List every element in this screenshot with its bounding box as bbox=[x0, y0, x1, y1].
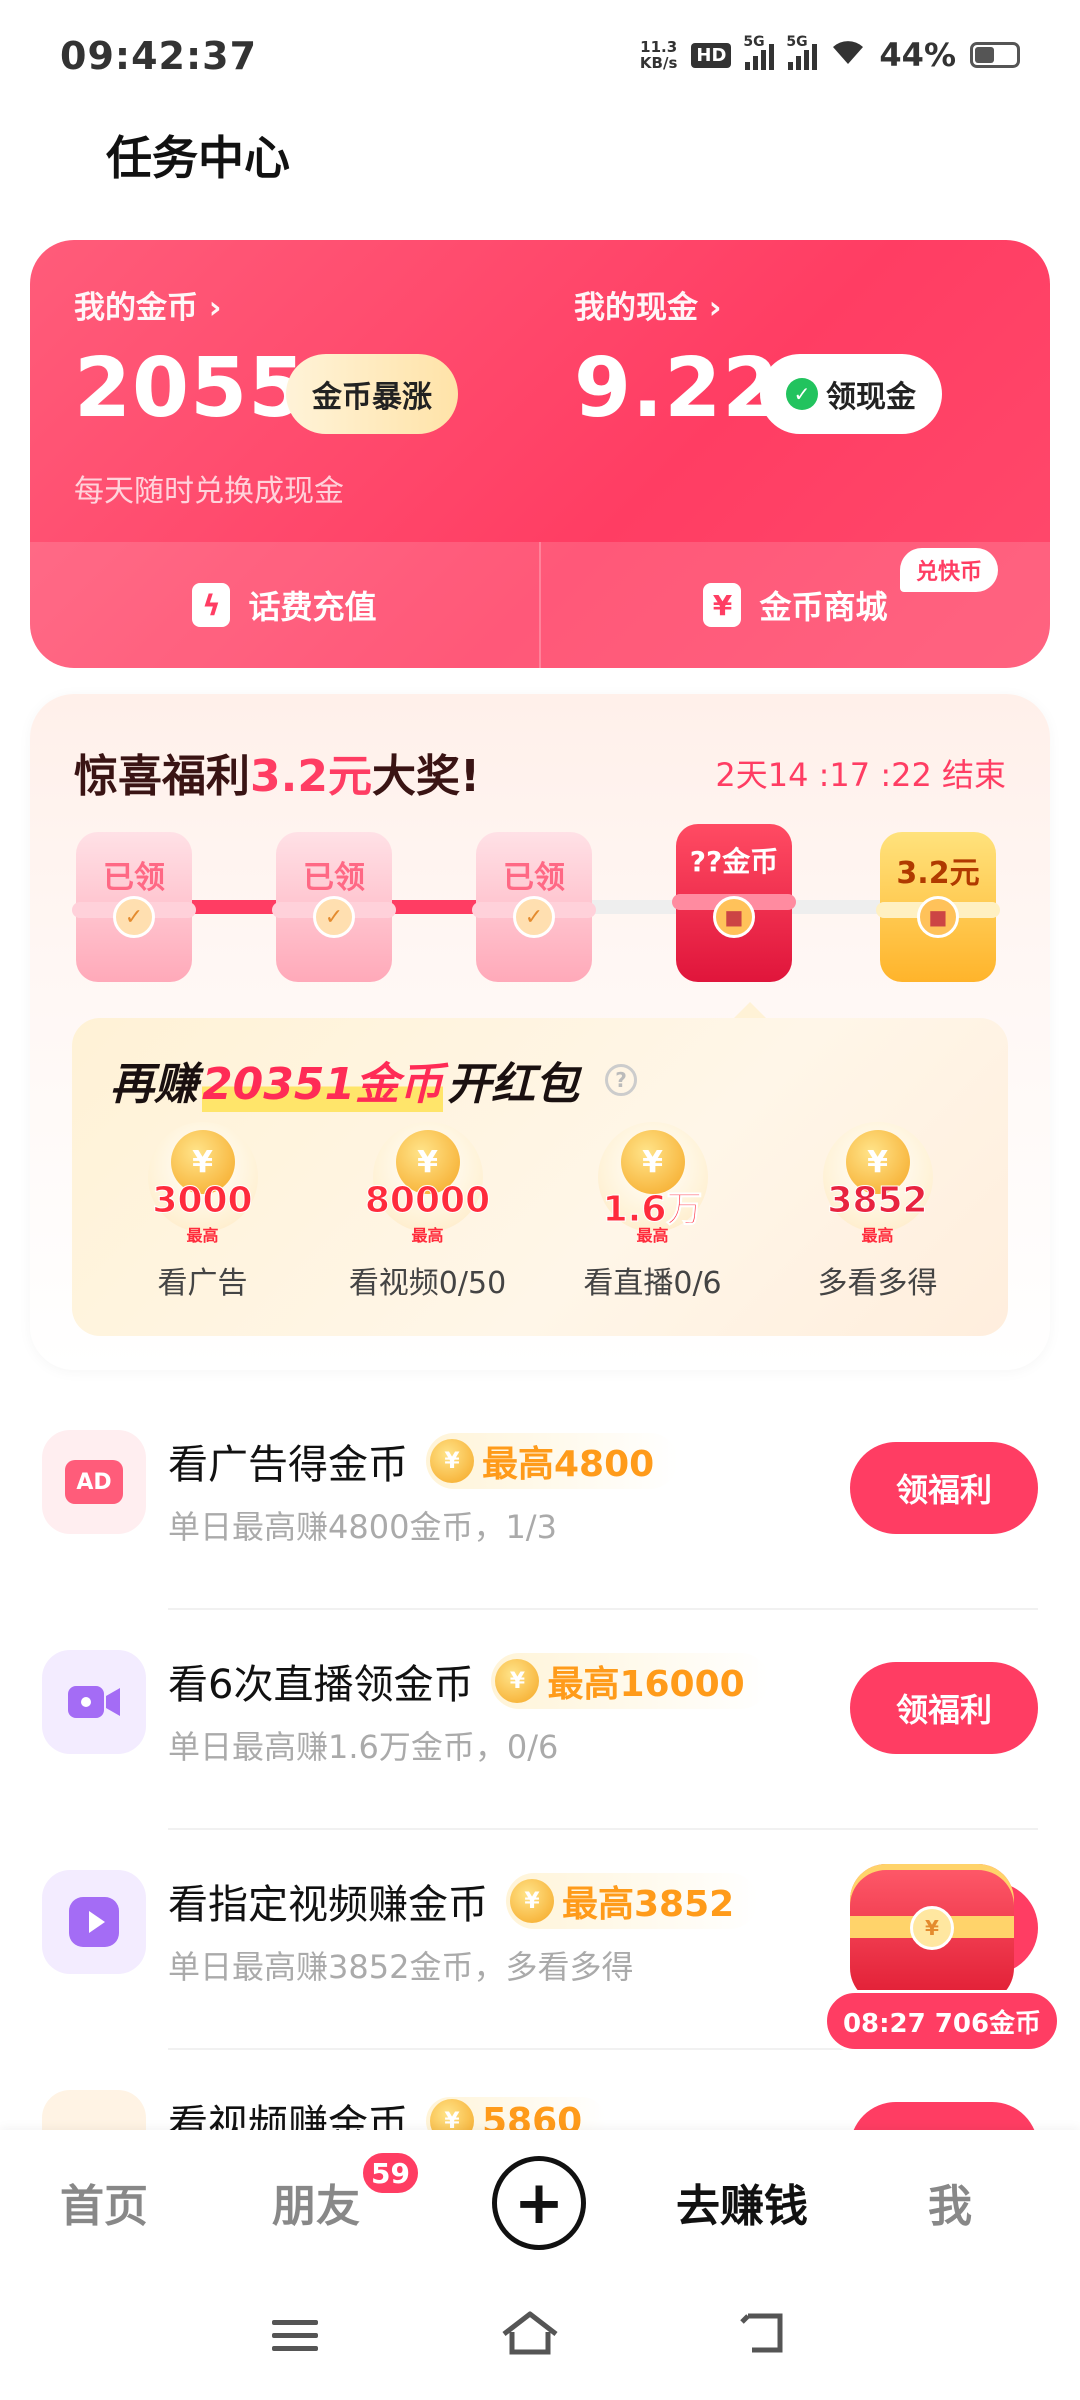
wechat-icon: ✓ bbox=[786, 378, 818, 410]
task-row: AD 看广告得金币 ¥ 最高4800 单日最高赚4800金币，1/3 领福利 bbox=[0, 1390, 1080, 1610]
coin-icon: ¥ bbox=[495, 1659, 540, 1703]
earn-item-video[interactable]: ¥ 80000 最高 看视频0/50 bbox=[328, 1122, 528, 1302]
status-icons: 11.3 KB/s HD 5G 5G 44% bbox=[639, 34, 1020, 74]
gold-envelope-locked[interactable]: 3.2元 ■ bbox=[876, 832, 1000, 982]
ad-icon: AD bbox=[42, 1430, 146, 1534]
my-cash-label[interactable]: 我的现金 › bbox=[574, 282, 780, 327]
earn-more-box: 再赚 20351金币 开红包 ? ¥ 3000 最高 看广告 ¥ 80000 最高 … bbox=[72, 1002, 1008, 1336]
coin-badge: ¥ 最高3852 bbox=[506, 1873, 759, 1929]
task-desc: 单日最高赚1.6万金币，0/6 bbox=[168, 1728, 559, 1766]
countdown: 2天14 :17 :22 结束 bbox=[715, 756, 1006, 794]
back-icon[interactable] bbox=[740, 2310, 790, 2368]
coin-subtitle: 每天随时兑换成现金 bbox=[74, 474, 344, 509]
recharge-button[interactable]: ϟ 话费充值 bbox=[30, 542, 539, 668]
surprise-bonus-section: 惊喜福利3.2元大奖! 2天14 :17 :22 结束 已领 ✓ 已领 ✓ 已领… bbox=[30, 694, 1050, 1370]
task-title: 看广告得金币 ¥ 最高4800 bbox=[168, 1432, 679, 1490]
coin-badge: ¥ 最高16000 bbox=[491, 1653, 769, 1709]
nav-friends[interactable]: 朋友 bbox=[272, 2170, 360, 2234]
mall-tag: 兑快币 bbox=[899, 548, 998, 592]
my-coins-value: 2055 bbox=[74, 341, 307, 436]
status-time: 09:42:37 bbox=[60, 34, 258, 78]
wifi-icon bbox=[831, 36, 865, 74]
plus-button[interactable]: + bbox=[492, 2156, 586, 2250]
battery-percent: 44% bbox=[879, 36, 956, 74]
signal-icon: 5G bbox=[786, 34, 818, 70]
bottom-nav: 首页 朋友 59 + 去赚钱 我 bbox=[0, 2130, 1080, 2270]
coin-icon: ¥ bbox=[510, 1879, 554, 1923]
battery-icon bbox=[970, 42, 1020, 68]
lock-icon: ■ bbox=[917, 896, 959, 938]
my-coins-label[interactable]: 我的金币 › bbox=[74, 282, 306, 327]
get-cash-button[interactable]: ✓ 领现金 bbox=[760, 354, 942, 434]
my-cash-value: 9.22 bbox=[574, 341, 781, 436]
help-icon[interactable]: ? bbox=[605, 1064, 638, 1096]
check-icon: ✓ bbox=[513, 896, 555, 938]
coin-boost-button[interactable]: 金币暴涨 bbox=[286, 354, 458, 434]
system-nav-bar bbox=[0, 2270, 1080, 2400]
coin-mall-button[interactable]: ¥ 金币商城 兑快币 bbox=[539, 542, 1050, 668]
coin-card: 我的金币 › 2055 金币暴涨 我的现金 › 9.22 ✓ 领现金 每天随时兑… bbox=[30, 240, 1050, 668]
net-speed: 11.3 KB/s bbox=[639, 38, 678, 72]
signal-icon: 5G bbox=[743, 34, 775, 70]
coin-icon: ¥ bbox=[910, 1906, 954, 1950]
task-title: 看6次直播领金币 ¥ 最高16000 bbox=[168, 1652, 769, 1710]
task-title: 看指定视频赚金币 ¥ 最高3852 bbox=[168, 1872, 759, 1930]
check-icon: ✓ bbox=[113, 896, 155, 938]
check-icon: ✓ bbox=[313, 896, 355, 938]
red-envelope-claimed: 已领 ✓ bbox=[472, 832, 596, 982]
coin-actions: ϟ 话费充值 ¥ 金币商城 兑快币 bbox=[30, 542, 1050, 668]
nav-home[interactable]: 首页 bbox=[60, 2170, 148, 2234]
page-title: 任务中心 bbox=[106, 131, 290, 185]
menu-icon[interactable] bbox=[270, 2310, 320, 2368]
coin-badge: ¥ 最高4800 bbox=[426, 1433, 679, 1489]
coin-icon: ¥ 80000 最高 bbox=[364, 1122, 491, 1245]
home-icon[interactable] bbox=[500, 2310, 560, 2368]
task-desc: 单日最高赚3852金币，多看多得 bbox=[168, 1948, 634, 1986]
earn-items: ¥ 3000 最高 看广告 ¥ 80000 最高 看视频0/50 ¥ 1.6万 bbox=[72, 1122, 1008, 1302]
coin-icon: ¥ 3000 最高 bbox=[147, 1122, 258, 1245]
red-envelope-claimed: 已领 ✓ bbox=[272, 832, 396, 982]
nav-earn[interactable]: 去赚钱 bbox=[676, 2170, 808, 2234]
red-envelope-claimed: 已领 ✓ bbox=[72, 832, 196, 982]
floating-reward-timer[interactable]: 08:27 706金币 bbox=[824, 1990, 1060, 2052]
surprise-title: 惊喜福利3.2元大奖! bbox=[74, 751, 481, 802]
lightning-icon: ϟ bbox=[192, 583, 231, 627]
my-coins[interactable]: 我的金币 › 2055 bbox=[74, 282, 306, 436]
friends-badge: 59 bbox=[360, 2150, 421, 2196]
coin-icon: ¥ bbox=[430, 1439, 474, 1483]
earn-item-live[interactable]: ¥ 1.6万 最高 看直播0/6 bbox=[553, 1122, 753, 1302]
yuan-ticket-icon: ¥ bbox=[703, 583, 742, 627]
earn-title: 再赚 20351金币 开红包 ? bbox=[110, 1048, 638, 1112]
claim-button[interactable]: 领福利 bbox=[850, 1662, 1038, 1754]
live-camera-icon bbox=[42, 1650, 146, 1754]
hd-icon: HD bbox=[691, 42, 732, 68]
claim-button[interactable]: 领福利 bbox=[850, 1442, 1038, 1534]
red-envelope-locked[interactable]: ??金币 ■ bbox=[672, 824, 796, 982]
video-play-icon bbox=[42, 1870, 146, 1974]
task-desc: 单日最高赚4800金币，1/3 bbox=[168, 1508, 557, 1546]
coin-icon: ¥ 3852 最高 bbox=[822, 1122, 933, 1245]
nav-me[interactable]: 我 bbox=[928, 2170, 972, 2234]
status-bar: 09:42:37 11.3 KB/s HD 5G 5G 44% bbox=[0, 0, 1080, 110]
earn-item-ads[interactable]: ¥ 3000 最高 看广告 bbox=[103, 1122, 303, 1302]
earn-item-more[interactable]: ¥ 3852 最高 多看多得 bbox=[778, 1122, 978, 1302]
task-row: 看6次直播领金币 ¥ 最高16000 单日最高赚1.6万金币，0/6 领福利 bbox=[0, 1610, 1080, 1830]
my-cash[interactable]: 我的现金 › 9.22 bbox=[574, 282, 780, 436]
coin-icon: ¥ 1.6万 最高 bbox=[597, 1122, 708, 1245]
lock-icon: ■ bbox=[713, 896, 755, 938]
